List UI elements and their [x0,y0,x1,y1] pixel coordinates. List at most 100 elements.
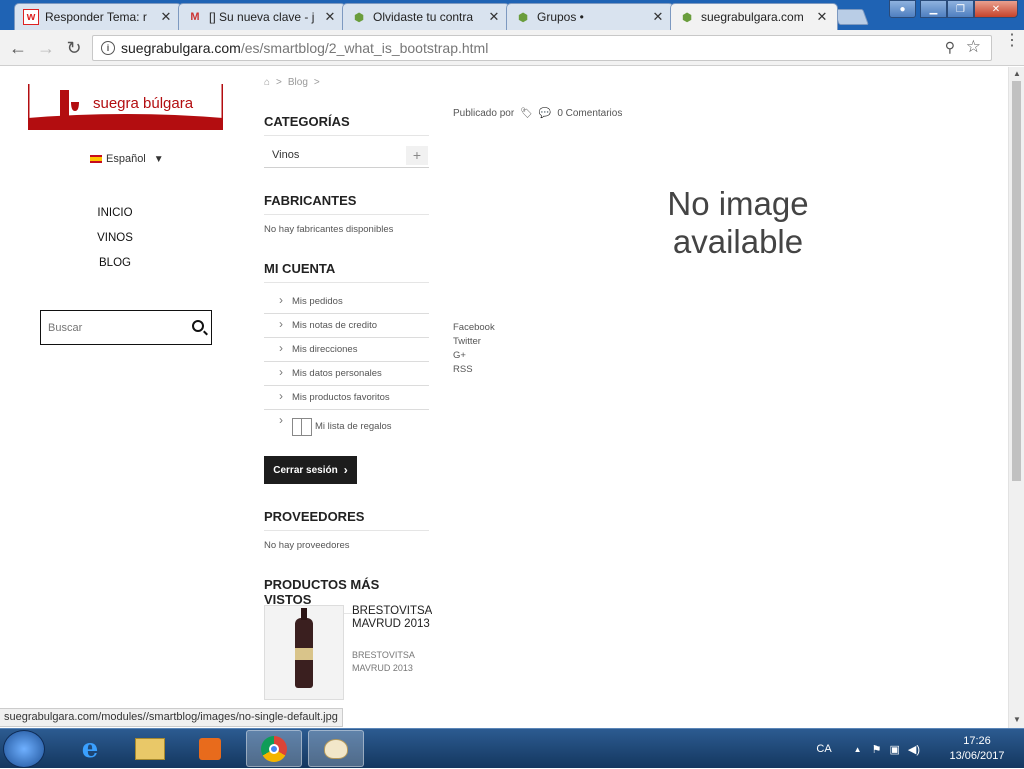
browser-tab[interactable]: w Responder Tema: r ✕ [14,3,182,30]
clock-time: 17:26 [963,735,991,747]
post-image-placeholder: No image available [648,185,828,265]
account-item[interactable]: Mis productos favoritos [264,386,429,410]
tab-strip: w Responder Tema: r ✕ M [] Su nueva clav… [0,0,1024,30]
input-language[interactable]: CA [816,743,831,755]
share-twitter[interactable]: Twitter [453,335,495,349]
browser-tab[interactable]: ⬢ Grupos • ✕ [506,3,674,30]
internet-explorer-icon[interactable]: e [62,730,118,767]
tab-close-icon[interactable]: ✕ [487,9,501,25]
site-logo[interactable]: suegra búlgara [26,82,225,130]
nav-item[interactable]: VINOS [40,232,190,245]
minimize-button[interactable]: ▁ [920,0,947,18]
browser-tab-active[interactable]: ⬢ suegrabulgara.com ✕ [670,3,838,30]
search-icon[interactable] [192,320,204,332]
account-menu: Mis pedidos Mis notas de credito Mis dir… [264,290,429,438]
back-button[interactable]: ← [7,37,29,59]
language-label: Español [106,153,146,165]
logout-button[interactable]: Cerrar sesión › [264,456,357,484]
bookmark-star-icon[interactable]: ☆ [966,37,981,57]
gmail-icon: M [190,11,200,23]
info-icon[interactable]: i [101,41,115,55]
paint-icon[interactable] [308,730,364,767]
url-path: /es/smartblog/2_what_is_bootstrap.html [240,40,489,56]
browser-tab[interactable]: ⬢ Olvidaste tu contra ✕ [342,3,510,30]
category-item[interactable]: Vinos + [264,144,429,168]
clock-date: 13/06/2017 [949,750,1005,762]
suppliers-title: PROVEEDORES [264,509,429,531]
user-icon[interactable]: ● [889,0,916,18]
chrome-menu-icon[interactable]: ⋮ [1004,33,1020,49]
start-button[interactable] [3,730,45,768]
scroll-up-icon[interactable]: ▲ [1013,69,1021,78]
home-icon[interactable]: ⌂ [264,77,270,88]
tab-favicon-icon: ⬢ [354,11,364,24]
media-player-icon[interactable] [182,730,238,767]
url-host: suegrabulgara.com [121,40,241,56]
nav-item[interactable]: INICIO [40,207,190,220]
tags-icon: 🏷 [520,108,533,119]
zoom-icon[interactable]: ⚲ [945,39,955,56]
maximize-button[interactable]: ❐ [947,0,974,18]
window-controls: ● ▁ ❐ ✕ [889,0,1018,18]
file-explorer-icon[interactable] [122,730,178,767]
share-rss[interactable]: RSS [453,363,495,377]
language-selector[interactable]: Español ▼ [90,153,164,165]
browser-tab[interactable]: M [] Su nueva clave - j ✕ [178,3,346,30]
logo-text: suegra búlgara [93,95,194,112]
tab-close-icon[interactable]: ✕ [651,9,665,25]
manufacturers-title: FABRICANTES [264,193,429,215]
tab-close-icon[interactable]: ✕ [159,9,173,25]
tab-close-icon[interactable]: ✕ [323,9,337,25]
volume-icon[interactable]: ◀) [908,743,920,756]
account-item[interactable]: Mis direcciones [264,338,429,362]
categories-title: CATEGORÍAS [264,114,429,136]
account-title: MI CUENTA [264,261,429,283]
search-input[interactable] [41,321,181,334]
no-image-line2: available [672,223,804,260]
comments-count[interactable]: 0 Comentarios [557,108,622,119]
product-name[interactable]: BRESTOVITSA MAVRUD 2013 [352,605,432,631]
chrome-icon[interactable] [246,730,302,767]
tab-favicon-icon: ⬢ [518,11,528,24]
breadcrumb-separator: > [276,77,282,88]
tab-favicon-icon: ⬢ [682,11,692,24]
tab-title: suegrabulgara.com [701,10,804,24]
chevron-down-icon: ▼ [153,153,164,165]
account-item[interactable]: Mis notas de credito [264,314,429,338]
wine-bottle-icon [295,607,313,688]
breadcrumb-separator: > [313,77,320,88]
logout-label: Cerrar sesión [273,464,338,476]
new-tab-button[interactable] [833,9,869,25]
account-item-label: Mis datos personales [292,368,382,379]
expand-icon[interactable]: + [406,146,428,165]
breadcrumb: ⌂ > Blog > [264,77,320,88]
tab-favicon-icon: w [23,9,39,25]
breadcrumb-blog[interactable]: Blog [288,77,308,88]
suppliers-empty: No hay proveedores [264,540,350,551]
flag-icon[interactable]: ⚑ [872,743,882,756]
reload-button[interactable]: ↻ [63,37,85,59]
share-gplus[interactable]: G+ [453,349,495,363]
account-item[interactable]: Mis pedidos [264,290,429,314]
chevron-right-icon: › [343,463,348,477]
manufacturers-empty: No hay fabricantes disponibles [264,224,394,235]
nav-item[interactable]: BLOG [40,257,190,270]
account-item-label: Mis pedidos [292,296,343,307]
product-image[interactable] [264,605,344,700]
post-meta: Publicado por 🏷 💬 0 Comentarios [453,108,622,119]
close-window-button[interactable]: ✕ [974,0,1018,18]
page-scrollbar[interactable]: ▲ ▼ [1008,67,1024,728]
scrollbar-thumb[interactable] [1012,81,1021,481]
clock[interactable]: 17:26 13/06/2017 [942,734,1012,764]
account-item[interactable]: Mis datos personales [264,362,429,386]
gift-list-item[interactable]: Mi lista de regalos [264,410,429,438]
no-image-line1: No image [667,185,809,222]
tab-close-icon[interactable]: ✕ [815,9,829,25]
tray-expand-icon[interactable]: ▲ [854,745,862,754]
address-bar[interactable]: i suegrabulgara.com/es/smartblog/2_what_… [92,35,992,61]
forward-button[interactable]: → [35,37,57,59]
scroll-down-icon[interactable]: ▼ [1013,715,1021,724]
published-by: Publicado por [453,108,515,119]
network-icon[interactable]: ▣ [889,743,899,756]
share-facebook[interactable]: Facebook [453,321,495,335]
